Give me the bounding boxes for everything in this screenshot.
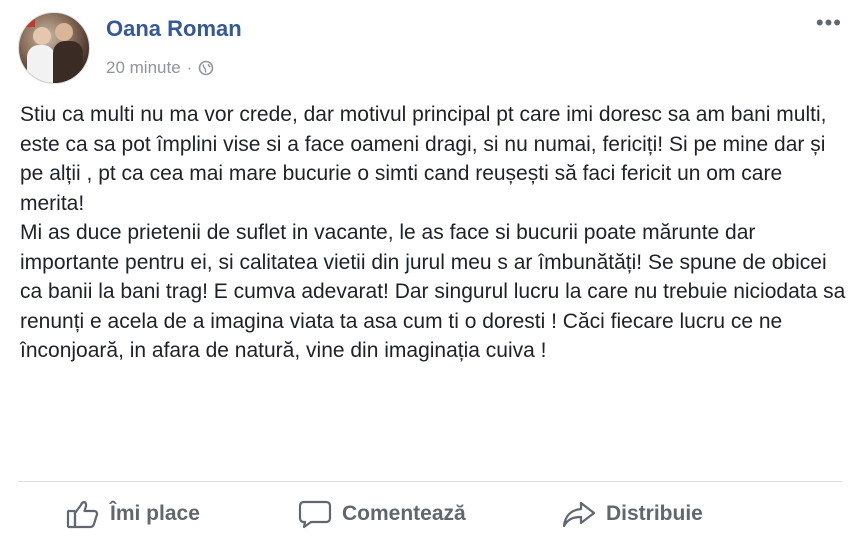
comment-label: Comentează — [342, 502, 466, 525]
author-avatar[interactable] — [18, 12, 90, 84]
like-button[interactable]: Îmi place — [66, 492, 200, 536]
post-actions-bar: Îmi place Comentează Distribuie — [0, 492, 860, 536]
share-icon — [562, 499, 596, 529]
like-label: Îmi place — [110, 502, 200, 525]
meta-separator: · — [186, 58, 193, 77]
post-paragraph: Stiu ca multi nu ma vor crede, dar motiv… — [20, 103, 827, 215]
share-button[interactable]: Distribuie — [562, 492, 703, 536]
post-meta: 20 minute · — [106, 58, 214, 78]
share-label: Distribuie — [606, 502, 703, 525]
post-paragraph: Mi as duce prietenii de suflet in vacant… — [20, 221, 846, 362]
actions-divider — [18, 481, 842, 482]
comment-icon — [298, 499, 332, 529]
author-name[interactable]: Oana Roman — [106, 16, 242, 42]
more-options-icon[interactable]: ••• — [816, 10, 842, 36]
post-body: Stiu ca multi nu ma vor crede, dar motiv… — [20, 100, 850, 366]
comment-button[interactable]: Comentează — [298, 492, 466, 536]
post-timestamp[interactable]: 20 minute — [106, 58, 181, 78]
globe-icon[interactable] — [198, 60, 214, 76]
thumbs-up-icon — [66, 499, 100, 529]
